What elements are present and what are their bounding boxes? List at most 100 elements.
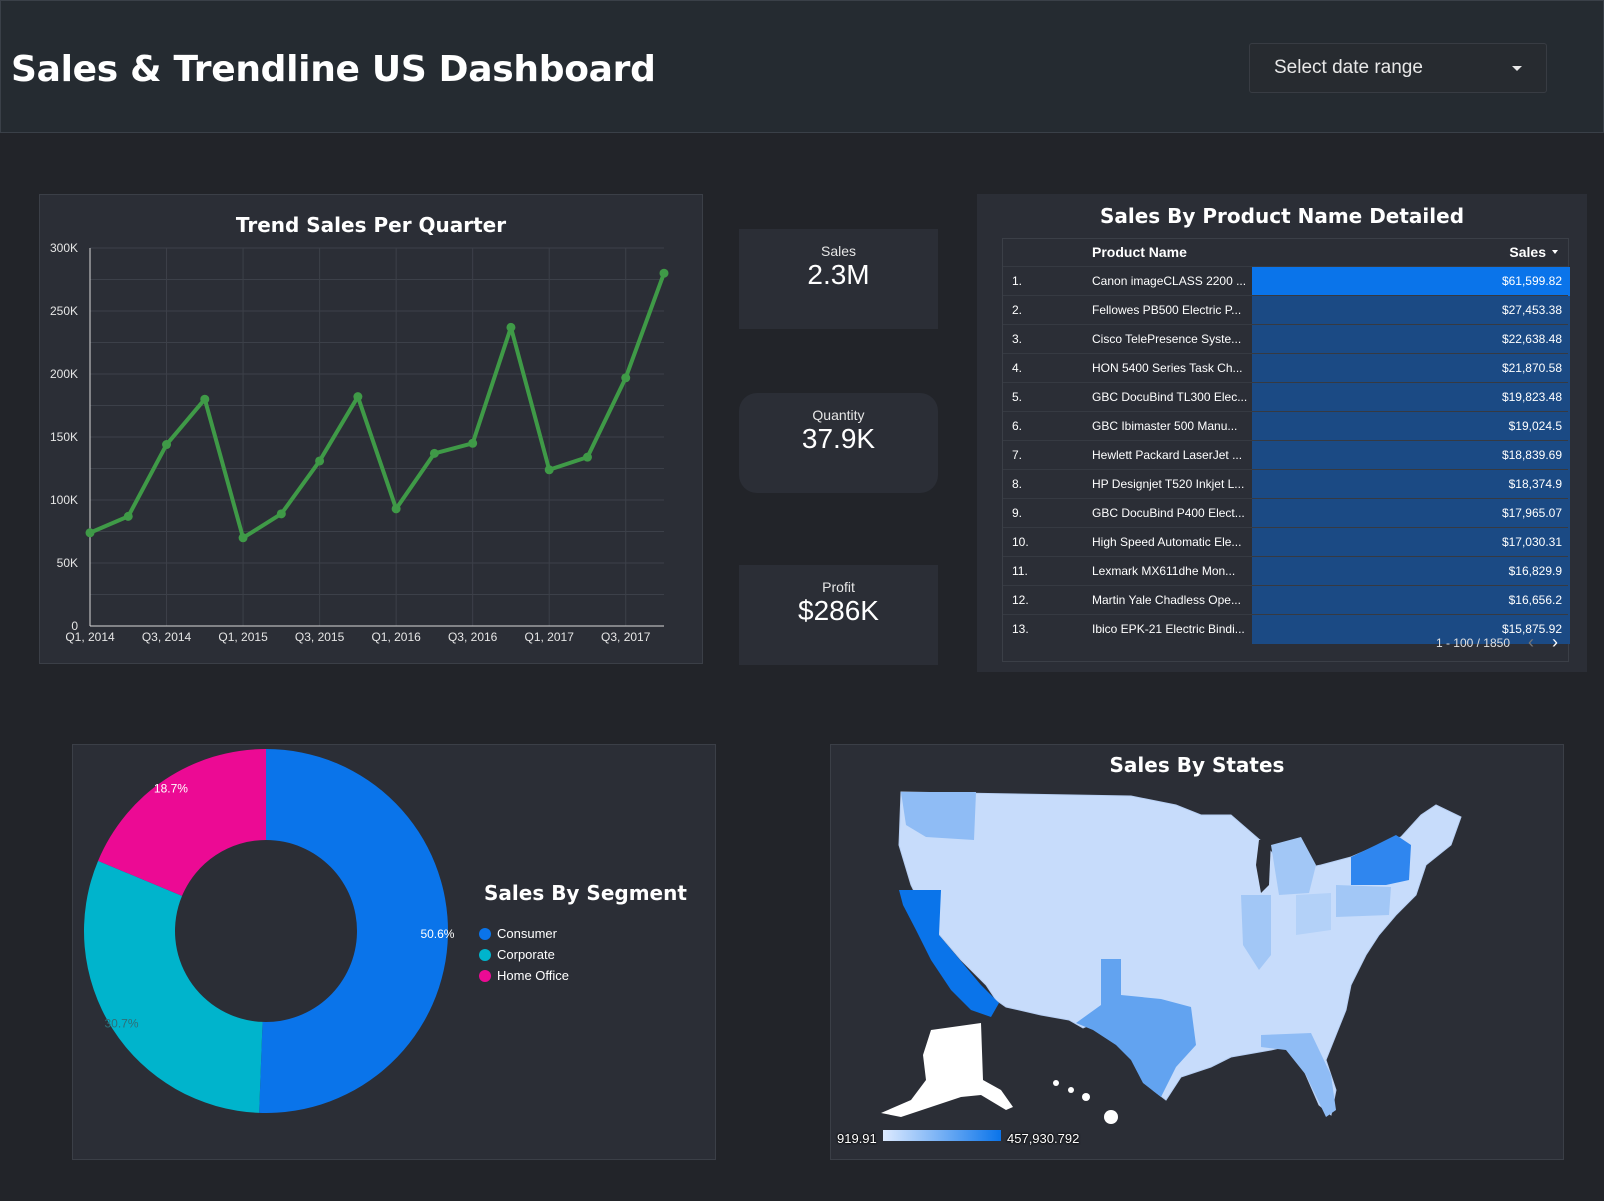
table-row[interactable]: 4. HON 5400 Series Task Ch... $21,870.58 bbox=[1003, 353, 1570, 383]
row-product-name: High Speed Automatic Ele... bbox=[1092, 535, 1242, 549]
data-point bbox=[85, 528, 95, 538]
row-index: 6. bbox=[1012, 419, 1023, 433]
pagination-text: 1 - 100 / 1850 bbox=[1435, 635, 1510, 650]
x-tick-label: Q1, 2014 bbox=[65, 630, 115, 644]
row-product-name: GBC Ibimaster 500 Manu... bbox=[1092, 419, 1238, 433]
row-sales-value: $21,870.58 bbox=[1501, 361, 1562, 375]
slice-value-label: 18.7% bbox=[154, 781, 188, 795]
legend-dot bbox=[479, 969, 491, 982]
data-point bbox=[582, 452, 592, 462]
page-title: Sales & Trendline US Dashboard bbox=[11, 49, 656, 90]
date-range-label: Select date range bbox=[1274, 57, 1423, 78]
kpi-label: Sales bbox=[820, 243, 857, 259]
table-row[interactable]: 6. GBC Ibimaster 500 Manu... $19,024.5 bbox=[1003, 411, 1570, 441]
table-row[interactable]: 1. Canon imageCLASS 2200 ... $61,599.82 bbox=[1003, 266, 1570, 296]
legend-dot bbox=[479, 927, 491, 940]
kpi-profit-card: Profit $286K bbox=[739, 565, 938, 665]
table-row[interactable]: 3. Cisco TelePresence Syste... $22,638.48 bbox=[1003, 324, 1570, 354]
x-tick-label: Q3, 2016 bbox=[448, 630, 498, 644]
table-header: Product Name Sales bbox=[1003, 239, 1568, 266]
row-sales-value: $22,638.48 bbox=[1501, 332, 1562, 346]
data-point bbox=[429, 448, 439, 458]
data-point bbox=[200, 394, 210, 404]
trend-sales-chart: Trend Sales Per Quarter 0 50K 100K 150K 200K… bbox=[39, 194, 703, 664]
data-point bbox=[238, 533, 248, 543]
data-point bbox=[391, 504, 401, 514]
row-sales-value: $27,453.38 bbox=[1501, 303, 1562, 317]
scale-max-label: 457,930.792 bbox=[1007, 1131, 1080, 1146]
segment-legend: Consumer Corporate Home Office bbox=[479, 923, 569, 986]
y-tick-label: 50K bbox=[57, 556, 78, 570]
chevron-right-icon[interactable]: › bbox=[1552, 632, 1558, 653]
legend-label: Consumer bbox=[497, 926, 557, 941]
row-sales-value: $61,599.82 bbox=[1501, 274, 1562, 288]
table-row[interactable]: 7. Hewlett Packard LaserJet ... $18,839.69 bbox=[1003, 440, 1570, 470]
row-index: 7. bbox=[1012, 448, 1023, 462]
row-sales-value: $18,839.69 bbox=[1501, 448, 1562, 462]
map-contiguous-us[interactable] bbox=[898, 791, 1462, 1116]
legend-item[interactable]: Corporate bbox=[479, 944, 569, 965]
kpi-value: 37.9K bbox=[801, 423, 876, 454]
slice-value-label: 30.7% bbox=[104, 1016, 138, 1030]
row-product-name: HP Designjet T520 Inkjet L... bbox=[1092, 477, 1245, 491]
column-header-product[interactable]: Product Name bbox=[1092, 244, 1187, 260]
row-sales-value: $16,829.9 bbox=[1508, 564, 1562, 578]
row-index: 11. bbox=[1012, 564, 1028, 578]
map-state-ohio[interactable] bbox=[1296, 893, 1331, 935]
map-state-hawaii[interactable] bbox=[1053, 1080, 1118, 1124]
table-row[interactable]: 8. HP Designjet T520 Inkjet L... $18,374.9 bbox=[1003, 469, 1570, 499]
data-point bbox=[315, 456, 325, 466]
legend-item[interactable]: Consumer bbox=[479, 923, 569, 944]
table-row[interactable]: 11. Lexmark MX611dhe Mon... $16,829.9 bbox=[1003, 556, 1570, 586]
caret-down-icon bbox=[1552, 250, 1558, 254]
map-state-new-york[interactable] bbox=[1351, 835, 1411, 885]
states-map-panel: Sales By States 919.91 457,930.792 bbox=[830, 744, 1564, 1160]
segment-donut-panel: 50.6% 30.7% 18.7% Sales By Segment Consume… bbox=[72, 744, 716, 1160]
row-product-name: Lexmark MX611dhe Mon... bbox=[1092, 564, 1236, 578]
data-point bbox=[544, 465, 554, 475]
column-header-sales[interactable]: Sales bbox=[1509, 244, 1558, 260]
x-tick-label: Q3, 2015 bbox=[295, 630, 345, 644]
row-product-name: GBC DocuBind P400 Elect... bbox=[1092, 506, 1245, 520]
table-row[interactable]: 12. Martin Yale Chadless Ope... $16,656.2 bbox=[1003, 585, 1570, 615]
chevron-left-icon[interactable]: ‹ bbox=[1528, 632, 1534, 653]
date-range-selector[interactable]: Select date range bbox=[1249, 43, 1547, 93]
table-row[interactable]: 9. GBC DocuBind P400 Elect... $17,965.07 bbox=[1003, 498, 1570, 528]
data-point bbox=[506, 322, 516, 332]
row-product-name: Fellowes PB500 Electric P... bbox=[1092, 303, 1242, 317]
row-sales-value: $18,374.9 bbox=[1508, 477, 1562, 491]
kpi-sales-card: Sales 2.3M bbox=[739, 229, 938, 329]
scale-min-label: 919.91 bbox=[837, 1131, 877, 1146]
row-index: 5. bbox=[1012, 390, 1023, 404]
pagination: 1 - 100 / 1850 ‹ › bbox=[1436, 632, 1558, 653]
caret-down-icon bbox=[1512, 65, 1522, 71]
x-tick-label: Q1, 2015 bbox=[218, 630, 268, 644]
table-row[interactable]: 10. High Speed Automatic Ele... $17,030.31 bbox=[1003, 527, 1570, 557]
row-product-name: Ibico EPK-21 Electric Bindi... bbox=[1092, 622, 1245, 636]
row-sales-value: $19,823.48 bbox=[1501, 390, 1562, 404]
row-product-name: GBC DocuBind TL300 Elec... bbox=[1092, 390, 1247, 404]
x-tick-label: Q1, 2017 bbox=[525, 630, 575, 644]
row-index: 9. bbox=[1012, 506, 1023, 520]
column-header-sales-label: Sales bbox=[1509, 244, 1546, 260]
map-state-michigan[interactable] bbox=[1271, 837, 1316, 895]
kpi-value: $286K bbox=[798, 595, 879, 626]
map-state-alaska[interactable] bbox=[881, 1023, 1013, 1117]
map-state-pennsylvania[interactable] bbox=[1336, 885, 1391, 917]
data-point bbox=[123, 511, 133, 521]
x-tick-label: Q3, 2014 bbox=[142, 630, 192, 644]
legend-item[interactable]: Home Office bbox=[479, 965, 569, 986]
row-product-name: Cisco TelePresence Syste... bbox=[1092, 332, 1242, 346]
table-title: Sales By Product Name Detailed bbox=[1099, 204, 1465, 228]
row-product-name: Martin Yale Chadless Ope... bbox=[1092, 593, 1241, 607]
row-index: 12. bbox=[1012, 593, 1029, 607]
donut-slice[interactable] bbox=[83, 860, 263, 1113]
y-tick-label: 300K bbox=[50, 241, 78, 255]
table-row[interactable]: 2. Fellowes PB500 Electric P... $27,453.38 bbox=[1003, 295, 1570, 325]
data-point bbox=[621, 373, 631, 383]
row-index: 8. bbox=[1012, 477, 1023, 491]
row-sales-value: $17,965.07 bbox=[1501, 506, 1562, 520]
row-sales-value: $16,656.2 bbox=[1508, 593, 1562, 607]
slice-value-label: 50.6% bbox=[420, 927, 454, 941]
table-row[interactable]: 5. GBC DocuBind TL300 Elec... $19,823.48 bbox=[1003, 382, 1570, 412]
